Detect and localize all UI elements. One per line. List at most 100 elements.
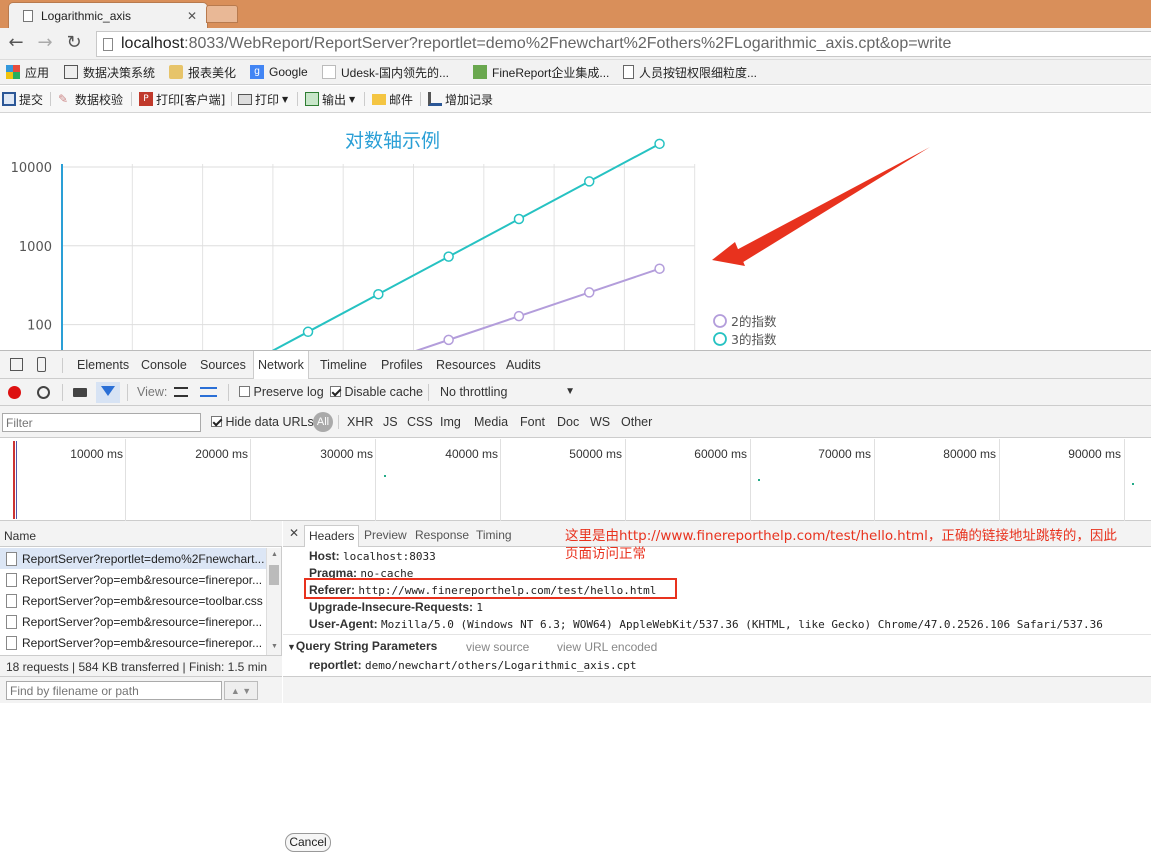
type-filter-doc[interactable]: Doc <box>557 415 579 429</box>
tab-console[interactable]: Console <box>141 351 187 379</box>
type-filter-js[interactable]: JS <box>383 415 398 429</box>
find-input[interactable] <box>6 681 222 700</box>
tab-audits[interactable]: Audits <box>506 351 541 379</box>
bookmark-label: 应用 <box>25 65 50 80</box>
verify-label: 数据校验 <box>75 92 124 107</box>
tab-preview[interactable]: Preview <box>360 525 411 547</box>
type-filter-xhr[interactable]: XHR <box>347 415 373 429</box>
data-point <box>584 176 595 187</box>
list-view-icon[interactable] <box>174 387 188 397</box>
type-filter-font[interactable]: Font <box>520 415 545 429</box>
close-icon[interactable]: ✕ <box>289 526 299 540</box>
bookmark-permissions[interactable]: 人员按钮权限细粒度... <box>623 63 757 81</box>
tab-timeline[interactable]: Timeline <box>320 351 367 379</box>
timeline-label: 80000 ms <box>943 447 996 461</box>
request-row[interactable]: ReportServer?op=emb&resource=finerepor..… <box>0 611 266 632</box>
type-filter-all[interactable]: All <box>313 412 333 432</box>
close-icon[interactable]: ✕ <box>187 9 197 23</box>
throttling-select[interactable]: No throttling ▼ <box>440 385 575 399</box>
y-tick-label: 100 <box>27 319 52 334</box>
checkbox-box <box>239 386 250 397</box>
device-mode-icon[interactable] <box>37 357 46 372</box>
scroll-down-icon[interactable]: ▼ <box>271 643 278 650</box>
scroll-up-icon[interactable]: ▲ <box>271 551 278 558</box>
bookmark-decision-system[interactable]: 数据决策系统 <box>64 63 155 81</box>
request-row[interactable]: ReportServer?reportlet=demo%2Fnewchart..… <box>0 548 266 569</box>
back-arrow-icon[interactable]: ← <box>5 32 27 54</box>
data-point <box>302 326 314 338</box>
cancel-button[interactable]: Cancel <box>285 833 331 852</box>
tab-network[interactable]: Network <box>253 351 309 379</box>
bookmark-apps[interactable]: 应用 <box>6 63 49 81</box>
filter-icon <box>101 386 115 396</box>
bookmark-label: 数据决策系统 <box>83 65 156 80</box>
disable-cache-checkbox[interactable]: Disable cache <box>330 385 423 399</box>
filter-toggle[interactable] <box>96 382 120 403</box>
header-key: Upgrade-Insecure-Requests: <box>309 600 474 614</box>
waterfall-view-icon[interactable] <box>200 387 217 397</box>
series-line <box>415 267 660 350</box>
camera-icon[interactable] <box>73 388 87 397</box>
chart-legend: 2的指数 3的指数 <box>713 314 777 347</box>
add-record-label: 增加记录 <box>445 92 494 107</box>
add-record-button[interactable]: 增加记录 <box>428 90 493 108</box>
type-filter-ws[interactable]: WS <box>590 415 610 429</box>
print-button[interactable]: 打印 ▼ <box>238 90 288 108</box>
verify-button[interactable]: ✎ 数据校验 <box>58 90 123 108</box>
find-navigation[interactable]: ▲ ▼ <box>224 681 258 700</box>
finereport-icon <box>473 65 487 79</box>
scrollbar[interactable]: ▲ ▼ <box>266 548 281 655</box>
record-icon[interactable] <box>8 386 21 399</box>
timeline-gridline <box>750 439 751 521</box>
request-row[interactable]: ReportServer?op=emb&resource=toolbar.css <box>0 590 266 611</box>
export-button[interactable]: 输出 ▼ <box>305 90 355 108</box>
add-record-icon <box>428 92 442 106</box>
bookmark-google[interactable]: g Google <box>250 63 308 81</box>
view-source-link[interactable]: view source <box>466 640 529 654</box>
bookmark-finereport[interactable]: FineReport企业集成... <box>473 63 609 81</box>
tab-profiles[interactable]: Profiles <box>381 351 423 379</box>
tab-logarithmic-axis[interactable]: Logarithmic_axis ✕ <box>8 2 208 29</box>
view-url-encoded-link[interactable]: view URL encoded <box>557 640 657 654</box>
preserve-log-checkbox[interactable]: Preserve log <box>239 385 324 399</box>
print-client-button[interactable]: P 打印[客户端] <box>139 90 225 108</box>
bookmark-udesk[interactable]: Udesk-国内领先的... <box>322 63 449 81</box>
hide-data-urls-checkbox[interactable]: Hide data URLs <box>211 415 314 429</box>
submit-button[interactable]: 提交 <box>2 90 43 108</box>
type-filter-css[interactable]: CSS <box>407 415 433 429</box>
timeline-label: 40000 ms <box>445 447 498 461</box>
tab-timing[interactable]: Timing <box>472 525 516 547</box>
param-value: demo/newchart/others/Logarithmic_axis.cp… <box>365 659 637 672</box>
tab-resources[interactable]: Resources <box>436 351 496 379</box>
request-row[interactable]: ReportServer?op=emb&resource=finerepor..… <box>0 569 266 590</box>
tab-headers[interactable]: Headers <box>304 525 360 547</box>
type-filter-media[interactable]: Media <box>474 415 508 429</box>
print-client-label: 打印[客户端] <box>156 92 226 107</box>
tab-elements[interactable]: Elements <box>77 351 129 379</box>
referer-highlight-box <box>304 578 677 599</box>
inspect-element-icon[interactable] <box>10 358 23 371</box>
header-user-agent: User-Agent: Mozilla/5.0 (Windows NT 6.3;… <box>309 617 1103 634</box>
tab-sources[interactable]: Sources <box>200 351 246 379</box>
query-string-section[interactable]: ▼Query String Parameters <box>287 639 437 653</box>
tab-response[interactable]: Response <box>411 525 473 547</box>
page-icon <box>23 10 33 22</box>
clear-icon[interactable] <box>37 386 50 399</box>
reload-icon[interactable]: ↻ <box>63 32 85 54</box>
page-icon <box>103 37 113 51</box>
mail-button[interactable]: 邮件 <box>372 90 413 108</box>
name-column-header[interactable]: Name <box>0 521 282 547</box>
type-filter-img[interactable]: Img <box>440 415 461 429</box>
new-tab-button[interactable] <box>206 5 238 23</box>
address-bar[interactable]: localhost:8033/WebReport/ReportServer?re… <box>96 31 1151 57</box>
forward-arrow-icon[interactable]: → <box>34 32 56 54</box>
request-row[interactable]: ReportServer?op=emb&resource=finerepor..… <box>0 632 266 653</box>
network-timeline-overview[interactable]: 10000 ms 20000 ms 30000 ms 40000 ms 5000… <box>0 439 1151 521</box>
request-detail-pane: ✕ Headers Preview Response Timing Host: … <box>283 521 1151 852</box>
devtools-panel: Elements Console Sources Network Timelin… <box>0 350 1151 852</box>
bookmark-report-beautify[interactable]: 报表美化 <box>169 63 236 81</box>
type-filter-other[interactable]: Other <box>621 415 652 429</box>
scrollbar-thumb[interactable] <box>269 565 279 585</box>
filter-input[interactable] <box>2 413 201 432</box>
pencil-icon: ✎ <box>58 92 69 106</box>
